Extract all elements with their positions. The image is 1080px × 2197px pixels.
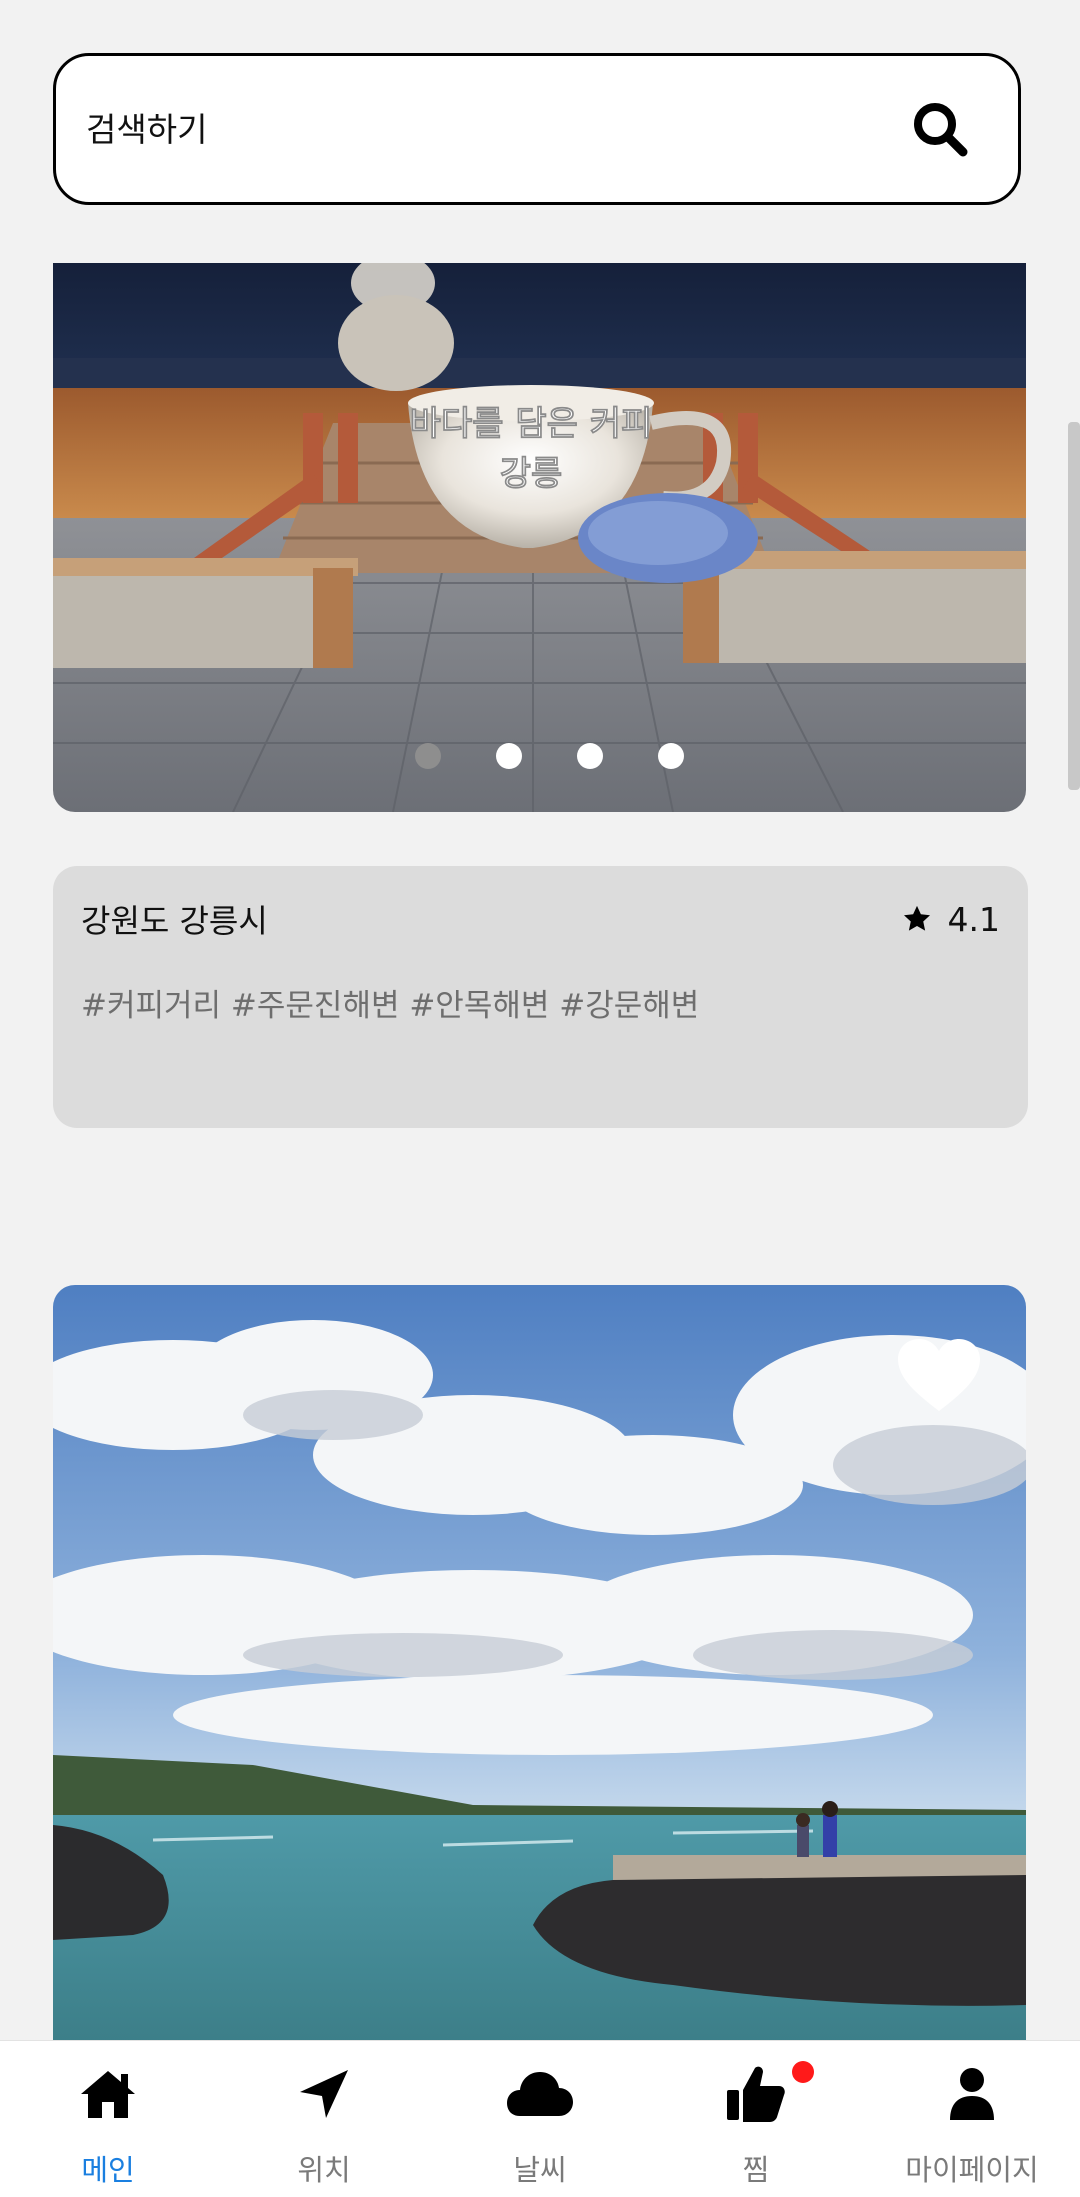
carousel-dot-2[interactable] <box>496 743 522 769</box>
rating-value: 4.1 <box>947 899 1000 939</box>
banner-sign-line1: 바다를 담은 커피 <box>410 404 653 444</box>
nav-label-location: 위치 <box>297 2153 351 2187</box>
search-input[interactable] <box>84 98 900 160</box>
place-region: 강원도 강릉시 <box>81 902 268 940</box>
nav-item-likes[interactable]: 찜 <box>648 2041 864 2197</box>
favorite-button[interactable] <box>896 1337 982 1413</box>
nav-item-weather[interactable]: 날씨 <box>432 2041 648 2197</box>
place-photo <box>53 1285 1026 2045</box>
scrollbar[interactable] <box>1068 422 1080 790</box>
search-bar <box>53 53 1021 205</box>
nav-item-main[interactable]: 메인 <box>0 2041 216 2197</box>
home-icon <box>81 2071 135 2118</box>
banner-sign-line2: 강릉 <box>500 454 563 494</box>
heart-icon <box>898 1339 980 1411</box>
nav-item-mypage[interactable]: 마이페이지 <box>864 2041 1080 2197</box>
search-button[interactable] <box>900 89 980 169</box>
nav-label-main: 메인 <box>81 2153 135 2187</box>
place-rating: 4.1 <box>902 900 1000 939</box>
cloud-icon <box>507 2072 573 2116</box>
carousel-dot-3[interactable] <box>577 743 603 769</box>
location-arrow-icon <box>300 2070 348 2118</box>
place-info-card[interactable]: 강원도 강릉시 4.1 #커피거리 #주문진해변 #안목해변 #강문해변 <box>53 866 1028 1128</box>
search-icon <box>914 103 968 157</box>
nav-label-mypage: 마이페이지 <box>905 2153 1039 2187</box>
banner-image: 바다를 담은 커피 강릉 <box>53 263 1026 812</box>
bottom-navigation: 메인 위치 날씨 찜 마이페이지 <box>0 2040 1080 2197</box>
nav-item-location[interactable]: 위치 <box>216 2041 432 2197</box>
star-icon <box>903 905 930 931</box>
carousel-dots <box>53 743 1026 769</box>
place-tags: #커피거리 #주문진해변 #안목해변 #강문해변 <box>81 988 700 1024</box>
user-icon <box>950 2068 994 2120</box>
nav-label-weather: 날씨 <box>513 2153 567 2187</box>
place-photo-card[interactable] <box>53 1285 1026 2045</box>
thumbs-up-icon <box>727 2066 785 2122</box>
notification-badge <box>792 2061 814 2083</box>
banner-carousel[interactable]: 바다를 담은 커피 강릉 <box>53 263 1026 812</box>
carousel-dot-4[interactable] <box>658 743 684 769</box>
nav-label-likes: 찜 <box>742 2153 770 2187</box>
carousel-dot-1[interactable] <box>415 743 441 769</box>
